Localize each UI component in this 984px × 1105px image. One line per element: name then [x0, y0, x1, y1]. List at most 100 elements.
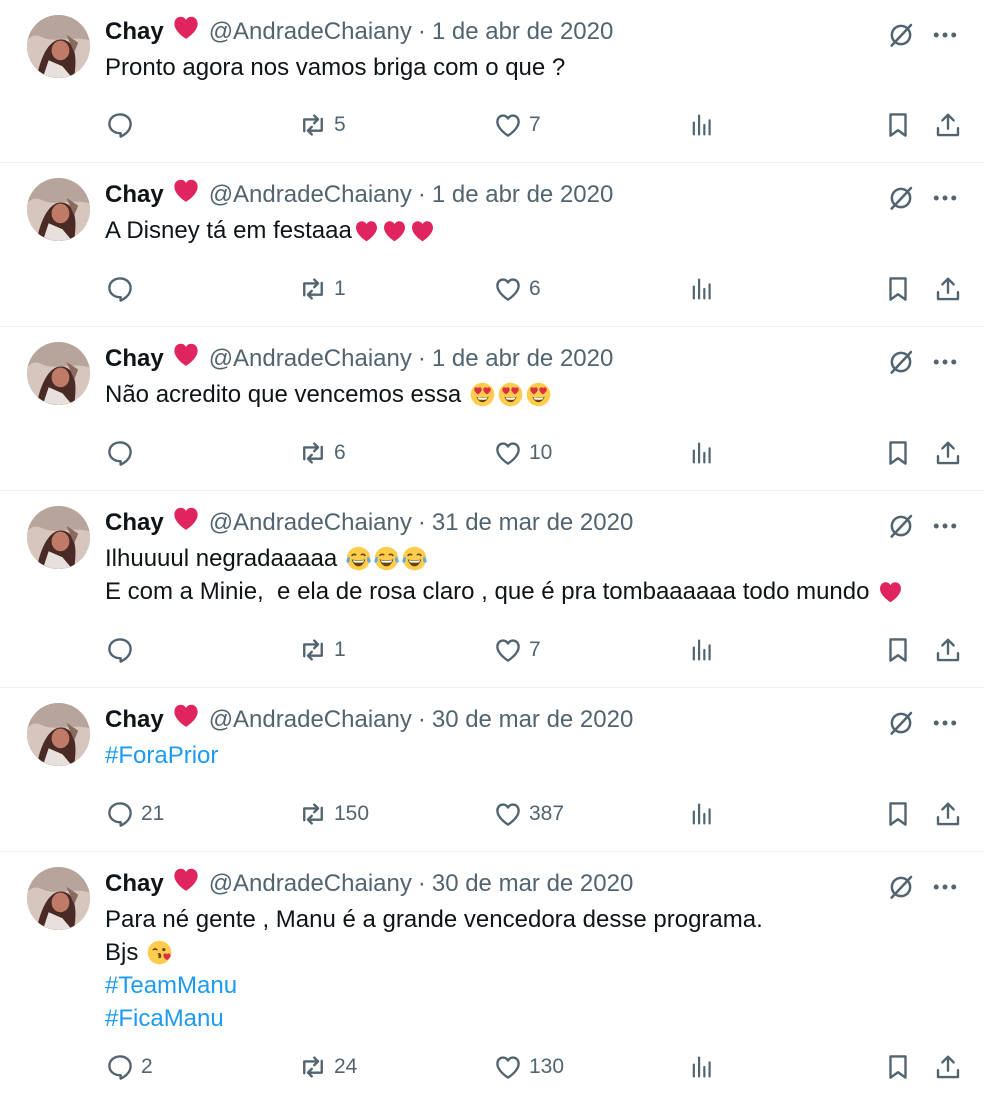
views-button[interactable] [688, 437, 716, 469]
red-heart-glyph [174, 179, 198, 202]
retweet-button[interactable]: 150 [298, 798, 369, 830]
text-span: #TeamManu [105, 972, 238, 999]
bookmark-button[interactable] [883, 109, 913, 141]
display-name[interactable]: Chay [105, 505, 164, 541]
reply-button[interactable] [105, 634, 141, 666]
text-span: A Disney tá em festaaa [105, 217, 352, 244]
views-button[interactable] [688, 109, 716, 141]
more-options-icon[interactable] [930, 20, 960, 50]
retweet-button[interactable]: 1 [298, 273, 346, 305]
reply-button[interactable] [105, 109, 141, 141]
red-heart-icon [171, 12, 201, 53]
bookmark-button[interactable] [883, 798, 913, 830]
timestamp[interactable]: 31 de mar de 2020 [432, 505, 633, 541]
bookmark-icon [889, 802, 907, 826]
bookmark-button[interactable] [883, 273, 913, 305]
display-name[interactable]: Chay [105, 866, 164, 902]
avatar-photo [27, 178, 90, 241]
more-options-icon[interactable] [930, 183, 960, 213]
grok-icon[interactable] [886, 183, 916, 213]
share-button[interactable] [933, 109, 963, 141]
tweet: Chay @AndradeChaiany · 1 de abr de 2020 A Di… [0, 163, 984, 327]
more-options-icon[interactable] [930, 872, 960, 902]
timestamp[interactable]: 30 de mar de 2020 [432, 866, 633, 902]
timestamp[interactable]: 1 de abr de 2020 [432, 14, 614, 50]
text-span: Pronto agora nos vamos briga com o que ? [105, 54, 566, 81]
share-button[interactable] [933, 634, 963, 666]
avatar[interactable] [27, 178, 90, 241]
avatar[interactable] [27, 703, 90, 766]
bookmark-button[interactable] [883, 634, 913, 666]
like-button[interactable]: 10 [493, 437, 552, 469]
hashtag-link[interactable]: #ForaPrior [105, 739, 954, 772]
heart-eyes-emoji-icon [497, 381, 524, 408]
share-icon [936, 638, 960, 662]
share-button[interactable] [933, 273, 963, 305]
timestamp[interactable]: 1 de abr de 2020 [432, 341, 614, 377]
like-button[interactable]: 387 [493, 798, 564, 830]
share-button[interactable] [933, 437, 963, 469]
bookmark-icon [889, 277, 907, 301]
text-span: Para né gente , Manu é a grande vencedor… [105, 906, 763, 933]
like-button[interactable]: 7 [493, 109, 541, 141]
hashtag-link[interactable]: #TeamManu [105, 969, 954, 1002]
handle[interactable]: @AndradeChaiany [209, 505, 412, 541]
handle[interactable]: @AndradeChaiany [209, 866, 412, 902]
reply-button[interactable] [105, 437, 141, 469]
handle[interactable]: @AndradeChaiany [209, 702, 412, 738]
like-button[interactable]: 6 [493, 273, 541, 305]
heart-eyes-glyph [526, 382, 551, 407]
hashtag-link[interactable]: #FicaManu [105, 1002, 954, 1035]
grok-icon[interactable] [886, 708, 916, 738]
avatar[interactable] [27, 15, 90, 78]
bookmark-button[interactable] [883, 437, 913, 469]
more-glyph [933, 720, 957, 726]
red-heart-glyph [355, 221, 377, 242]
more-glyph [933, 523, 957, 529]
more-options-icon[interactable] [930, 347, 960, 377]
handle[interactable]: @AndradeChaiany [209, 341, 412, 377]
reply-icon [108, 802, 132, 827]
retweet-button[interactable]: 1 [298, 634, 346, 666]
bookmark-button[interactable] [883, 1051, 913, 1083]
timestamp[interactable]: 1 de abr de 2020 [432, 177, 614, 213]
reply-button[interactable]: 21 [105, 798, 164, 830]
share-icon [936, 441, 960, 465]
reply-button[interactable]: 2 [105, 1051, 153, 1083]
tweet-text-line: A Disney tá em festaaa [105, 214, 954, 247]
views-button[interactable] [688, 634, 716, 666]
views-button[interactable] [688, 273, 716, 305]
display-name[interactable]: Chay [105, 177, 164, 213]
bookmark-icon [889, 638, 907, 662]
grok-icon[interactable] [886, 20, 916, 50]
more-options-icon[interactable] [930, 708, 960, 738]
like-button[interactable]: 130 [493, 1051, 564, 1083]
handle[interactable]: @AndradeChaiany [209, 177, 412, 213]
more-options-icon[interactable] [930, 511, 960, 541]
like-button[interactable]: 7 [493, 634, 541, 666]
avatar[interactable] [27, 506, 90, 569]
display-name[interactable]: Chay [105, 341, 164, 377]
share-button[interactable] [933, 798, 963, 830]
reply-button[interactable] [105, 273, 141, 305]
views-button[interactable] [688, 798, 716, 830]
handle[interactable]: @AndradeChaiany [209, 14, 412, 50]
grok-icon[interactable] [886, 347, 916, 377]
action-bar: 21 150 387 [105, 798, 960, 830]
share-button[interactable] [933, 1051, 963, 1083]
grok-icon[interactable] [886, 511, 916, 541]
share-icon [936, 1055, 960, 1079]
avatar[interactable] [27, 342, 90, 405]
retweet-button[interactable]: 24 [298, 1051, 357, 1083]
grok-icon[interactable] [886, 872, 916, 902]
red-heart-icon [171, 339, 201, 380]
timestamp[interactable]: 30 de mar de 2020 [432, 702, 633, 738]
display-name[interactable]: Chay [105, 14, 164, 50]
red-heart-emoji-icon [877, 578, 904, 605]
retweet-button[interactable]: 5 [298, 109, 346, 141]
views-button[interactable] [688, 1051, 716, 1083]
display-name[interactable]: Chay [105, 702, 164, 738]
avatar[interactable] [27, 867, 90, 930]
like-icon [496, 442, 520, 465]
retweet-button[interactable]: 6 [298, 437, 346, 469]
